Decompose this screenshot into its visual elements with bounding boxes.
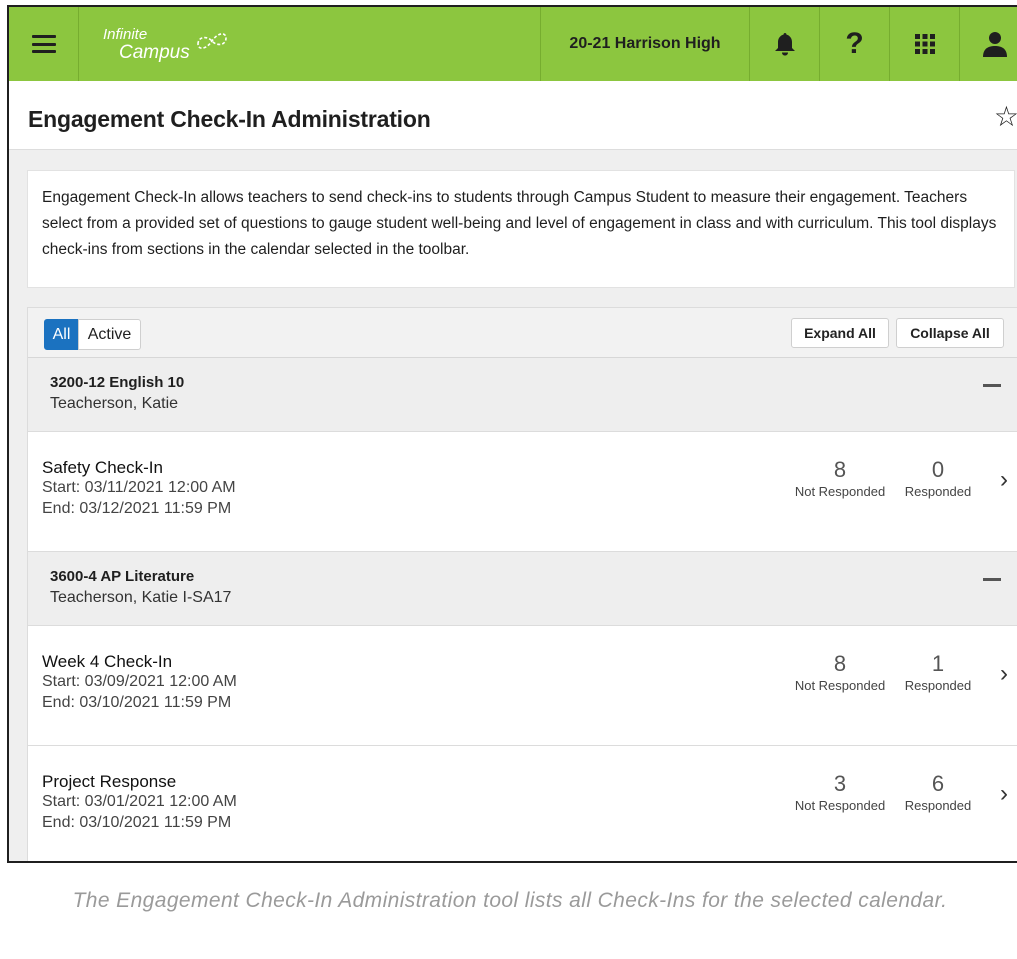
responded-value: 0 [931, 457, 945, 482]
collapse-icon[interactable] [983, 384, 1001, 387]
expand-all-button[interactable]: Expand All [791, 318, 889, 348]
responded-count: 1 Responded [896, 651, 980, 694]
not-responded-label: Not Responded [794, 798, 886, 813]
user-icon [982, 32, 1007, 57]
infinity-icon [196, 33, 227, 49]
not-responded-value: 8 [833, 457, 847, 482]
checkin-end: End: 03/10/2021 11:59 PM [42, 814, 232, 831]
checkin-name: Week 4 Check-In [42, 652, 173, 671]
not-responded-count: 3 Not Responded [785, 771, 895, 814]
star-icon[interactable]: ☆ [994, 103, 1017, 131]
not-responded-count: 8 Not Responded [785, 651, 895, 694]
not-responded-label: Not Responded [794, 484, 886, 499]
responded-count: 0 Responded [896, 457, 980, 500]
not-responded-label: Not Responded [794, 678, 886, 693]
responded-value: 1 [931, 651, 945, 676]
checkin-end: End: 03/12/2021 11:59 PM [42, 500, 232, 517]
responded-value: 6 [931, 771, 945, 796]
chevron-right-icon[interactable]: › [1000, 660, 1008, 688]
list-toolbar: All Active Expand All Collapse All [28, 308, 1017, 358]
responded-label: Responded [904, 798, 972, 813]
not-responded-value: 3 [833, 771, 847, 796]
collapse-all-button[interactable]: Collapse All [896, 318, 1004, 348]
checkin-start: Start: 03/09/2021 12:00 AM [42, 673, 237, 690]
help-icon: ? [845, 27, 864, 60]
checkin-row[interactable]: Project Response Start: 03/01/2021 12:00… [28, 746, 1017, 861]
chevron-right-icon[interactable]: › [1000, 466, 1008, 494]
page-header: Engagement Check-In Administration ☆ [9, 81, 1017, 150]
checkin-start: Start: 03/11/2021 12:00 AM [42, 479, 236, 496]
apps-button[interactable] [889, 7, 959, 81]
top-navigation-bar: Infinite Campus 20-21 Harrison High ? [9, 7, 1017, 81]
infinite-campus-logo[interactable]: Infinite Campus [78, 7, 540, 81]
chevron-right-icon[interactable]: › [1000, 780, 1008, 808]
section-name: 3200-12 English 10 [50, 374, 185, 391]
checkin-end: End: 03/10/2021 11:59 PM [42, 694, 232, 711]
filter-all-button[interactable]: All [44, 319, 79, 350]
checkin-row[interactable]: Safety Check-In Start: 03/11/2021 12:00 … [28, 432, 1017, 552]
collapse-icon[interactable] [983, 578, 1001, 581]
page-title: Engagement Check-In Administration [28, 106, 431, 132]
checkin-name: Safety Check-In [42, 458, 163, 477]
app-window: Infinite Campus 20-21 Harrison High ? En… [7, 5, 1017, 863]
logo-line-2: Campus [119, 42, 190, 63]
checkin-start: Start: 03/01/2021 12:00 AM [42, 793, 237, 810]
figure-caption: The Engagement Check-In Administration t… [72, 889, 948, 912]
not-responded-value: 8 [833, 651, 847, 676]
section-teacher: Teacherson, Katie [50, 395, 179, 412]
section-teacher: Teacherson, Katie I-SA17 [50, 589, 232, 606]
not-responded-count: 8 Not Responded [785, 457, 895, 500]
responded-count: 6 Responded [896, 771, 980, 814]
school-calendar-selector[interactable]: 20-21 Harrison High [540, 7, 749, 81]
menu-icon [31, 35, 56, 53]
section-header[interactable]: 3200-12 English 10 Teacherson, Katie [28, 358, 1017, 432]
responded-label: Responded [904, 678, 972, 693]
section-name: 3600-4 AP Literature [50, 568, 195, 585]
user-account-button[interactable] [959, 7, 1017, 81]
responded-label: Responded [904, 484, 972, 499]
help-button[interactable]: ? [819, 7, 889, 81]
apps-grid-icon [914, 34, 935, 54]
notifications-button[interactable] [749, 7, 819, 81]
checkin-list-panel: All Active Expand All Collapse All 3200-… [27, 307, 1017, 861]
menu-button[interactable] [9, 7, 78, 81]
checkin-name: Project Response [42, 772, 177, 791]
filter-active-button[interactable]: Active [78, 319, 141, 350]
checkin-row[interactable]: Week 4 Check-In Start: 03/09/2021 12:00 … [28, 626, 1017, 746]
bell-icon [774, 33, 795, 56]
section-header[interactable]: 3600-4 AP Literature Teacherson, Katie I… [28, 552, 1017, 626]
tool-description: Engagement Check-In allows teachers to s… [27, 170, 1015, 288]
